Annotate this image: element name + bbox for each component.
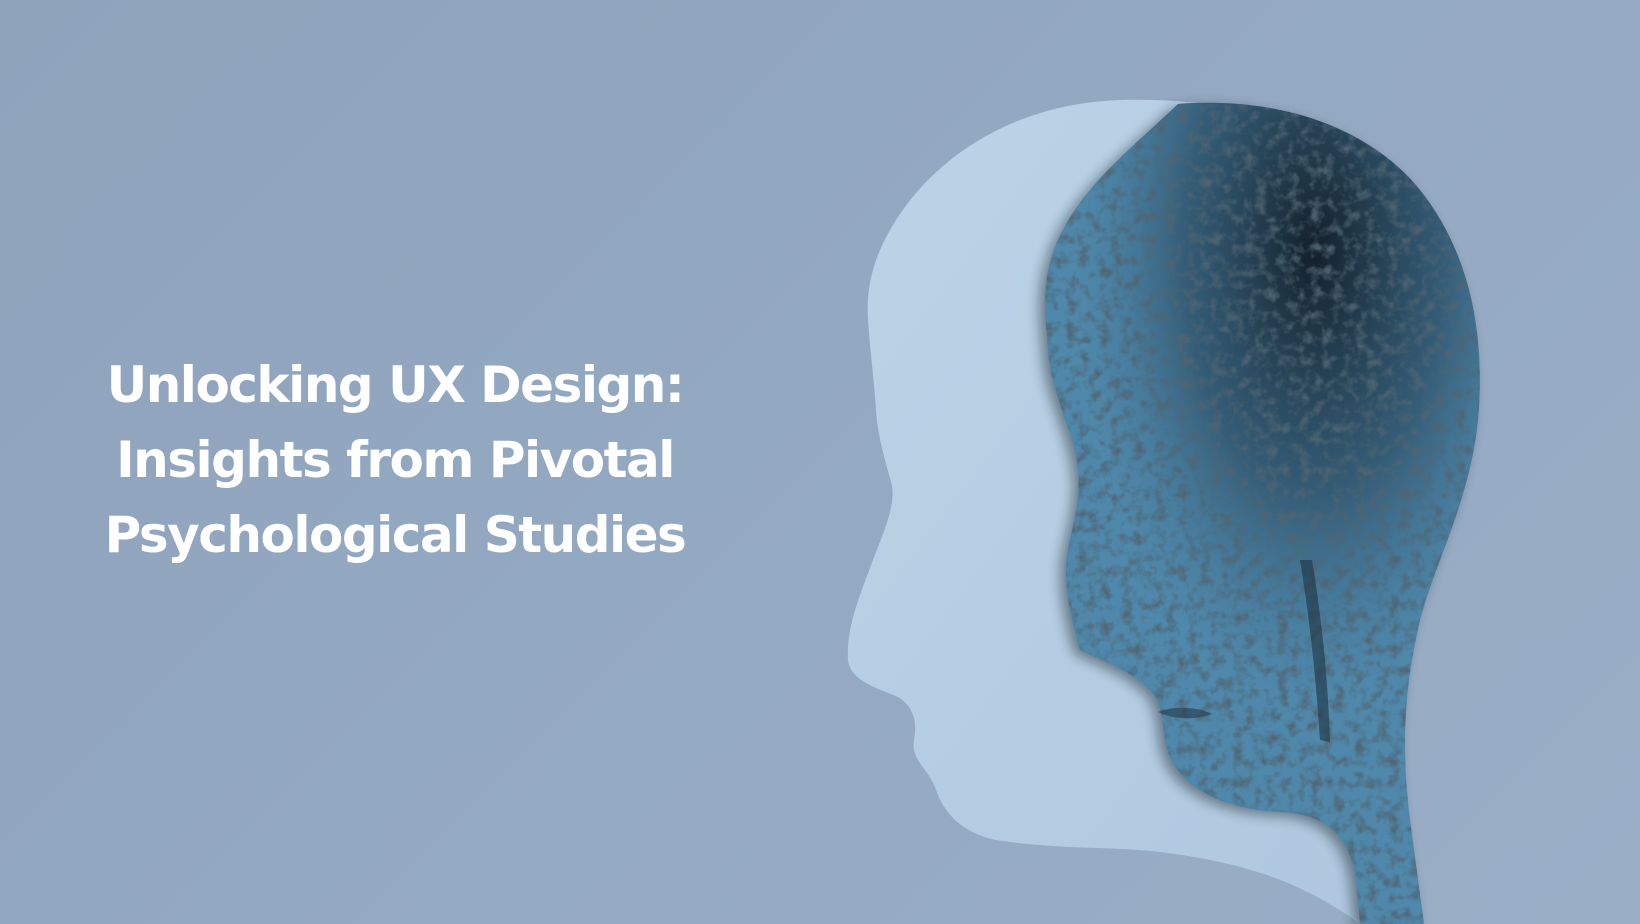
head-silhouette-illustration	[847, 99, 1480, 924]
